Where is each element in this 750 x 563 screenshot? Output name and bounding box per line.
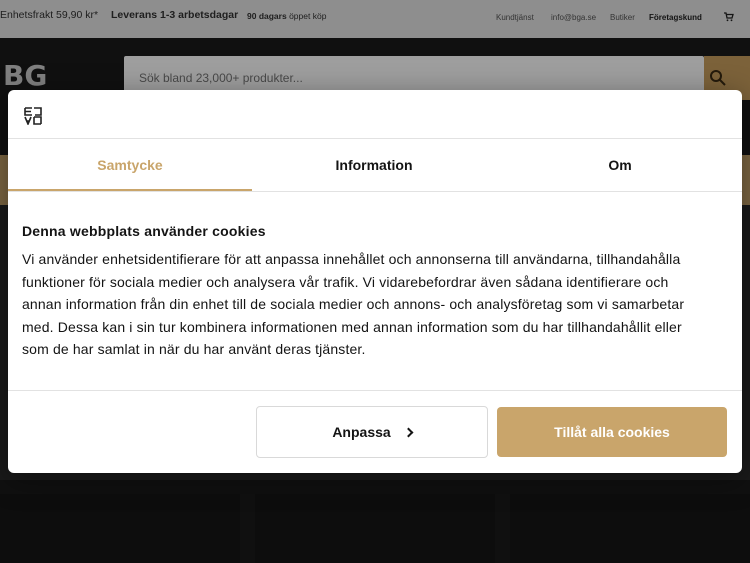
tab-consent[interactable]: Samtycke (8, 139, 252, 191)
tab-information[interactable]: Information (252, 139, 496, 191)
allow-all-cookies-button[interactable]: Tillåt alla cookies (497, 407, 727, 457)
brand-logo-icon (24, 107, 42, 125)
customize-label: Anpassa (332, 424, 391, 440)
dialog-description: Vi använder enhetsidentifierare för att … (22, 248, 722, 361)
description-line: annan information från din enhet till de… (22, 296, 685, 312)
divider (8, 390, 742, 391)
customize-button[interactable]: Anpassa (256, 406, 488, 458)
chevron-right-icon (403, 427, 414, 437)
divider (8, 191, 742, 192)
description-line: som de har samlat in när du har använt d… (22, 341, 366, 357)
description-line: Vi använder enhetsidentifierare för att … (22, 251, 681, 267)
description-line: funktioner för sociala medier och analys… (22, 273, 669, 290)
cookie-consent-dialog: Samtycke Information Om Denna webbplats … (8, 90, 742, 473)
dialog-title: Denna webbplats använder cookies (22, 223, 266, 239)
tab-about[interactable]: Om (498, 139, 742, 191)
description-line: med. Dessa kan i sin tur kombinera infor… (22, 318, 682, 335)
